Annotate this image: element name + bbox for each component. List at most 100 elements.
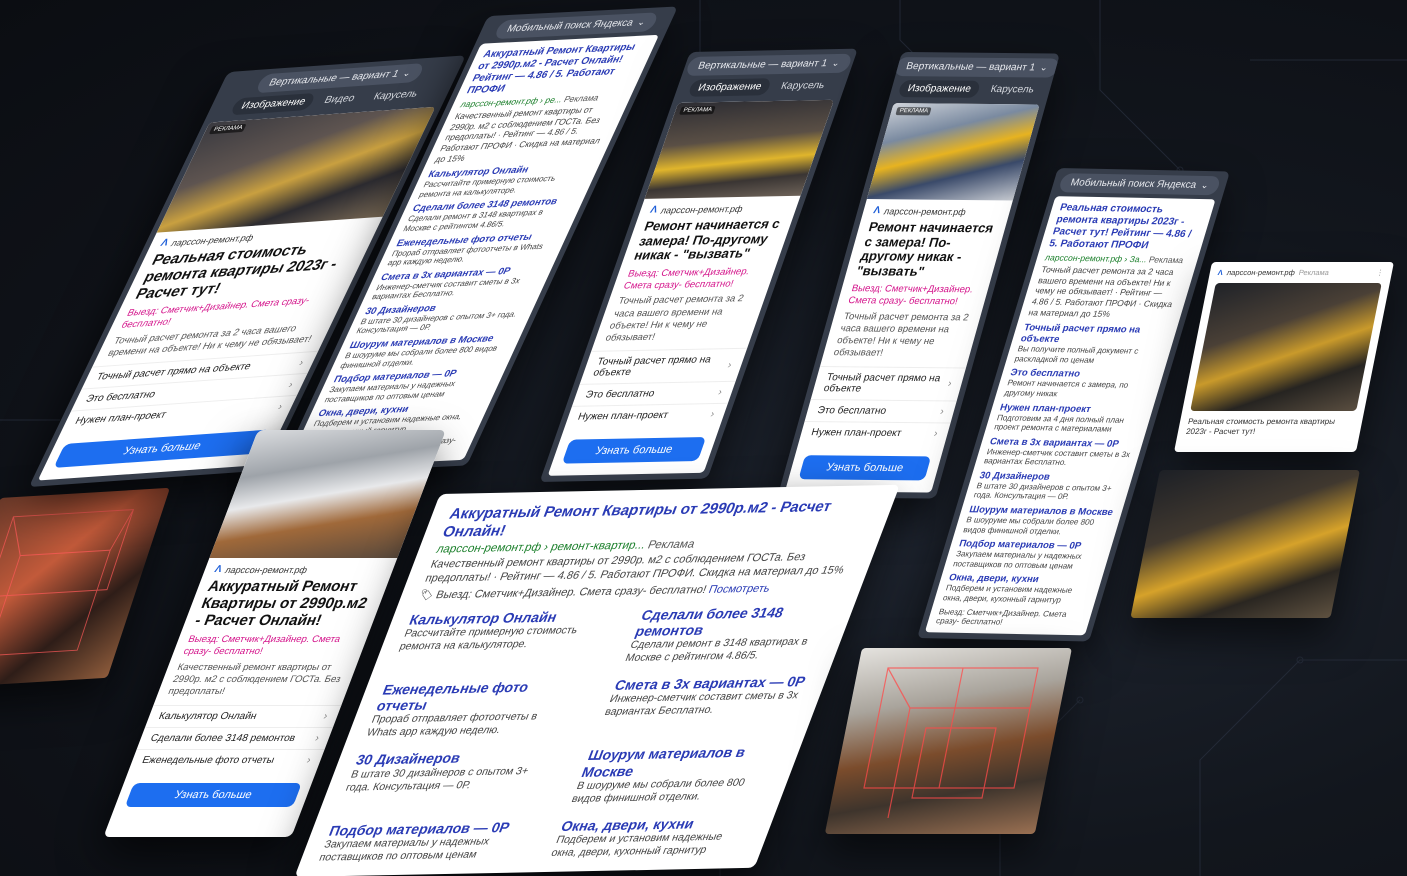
sitelink-description: Инженер-сметчик составит сметы в 3х вари… [982, 446, 1132, 468]
sitelink[interactable]: Точный расчет прямо на объекте Вы получит… [1013, 322, 1169, 366]
ad-title[interactable]: Ремонт начинается с замера! По-другому н… [843, 218, 1007, 285]
promo-text: Выезд: Сметчик+Дизайнер. Смета сразу- бе… [622, 265, 752, 292]
sitelink[interactable]: Калькулятор Онлайн Рассчитайте примерную … [417, 161, 593, 199]
sitelink[interactable]: Калькулятор Онлайн Рассчитайте примерную … [391, 607, 605, 669]
learn-more-button[interactable]: Узнать больше [53, 429, 271, 469]
sitelink[interactable]: Шоурум материалов в Москве В шоуруме мы с… [570, 744, 784, 806]
chevron-down-icon: ⌄ [1038, 61, 1050, 72]
image-ad-card: Λ ларссон-ремонт.рф Реклама ⋮ Реальная с… [1174, 262, 1394, 452]
chevron-right-icon: › [932, 427, 940, 439]
tag-icon: 🏷 [417, 588, 436, 602]
result-description: Качественный ремонт квартиры от 2990р. м… [433, 104, 603, 164]
sitelink-title: Сделали более 3148 ремонтов [633, 603, 787, 639]
interior-wireframe-photo [824, 648, 1072, 834]
sitelink[interactable]: Нужен план-проект Подготовим за 4 дня пол… [993, 402, 1146, 435]
sitelink[interactable]: Сделали более 3148 ремонтов Сделали ремон… [401, 196, 577, 234]
learn-more-button[interactable]: Узнать больше [798, 454, 932, 480]
sitelink-description: В штате 30 дизайнеров с опытом 3+ года. … [972, 481, 1113, 502]
sitelink-description: Рассчитайте примерную стоимость ремонта … [397, 623, 580, 653]
learn-more-button[interactable]: Узнать больше [124, 782, 303, 807]
sitelink[interactable]: Это бесплатно Ремонт начинается с замера,… [1003, 368, 1156, 401]
sitelink[interactable]: Подбор материалов — 0Р Закупаем материалы… [317, 819, 525, 865]
sitelink[interactable]: Шоурум материалов в Москве В шоуруме мы с… [962, 504, 1115, 537]
variant-selector[interactable]: Вертикальные — вариант 1⌄ [685, 53, 854, 76]
sitelink-description: Подготовим за 4 дня полный план проект р… [993, 412, 1126, 434]
sitelink[interactable]: Нужен план-проект › [564, 402, 729, 428]
tab-image[interactable]: Изображение [897, 80, 982, 98]
ad-label: Реклама [1297, 268, 1330, 277]
sitelink[interactable]: 30 Дизайнеров В штате 30 дизайнеров с опы… [354, 298, 530, 336]
sitelink[interactable]: Еженедельные фото отчеты Прораб отправляе… [364, 678, 578, 740]
search-selector[interactable]: Мобильный поиск Яндекса⌄ [1057, 172, 1222, 195]
sitelink[interactable]: Шоурум материалов в Москве В шоуруме мы с… [339, 332, 515, 370]
sitelink[interactable]: 30 Дизайнеров В штате 30 дизайнеров с опы… [972, 470, 1125, 503]
sitelink[interactable]: Смета в 3х вариантах — 0Р Инженер-сметчик… [370, 264, 546, 302]
chevron-right-icon: › [313, 732, 322, 744]
result-title[interactable]: Аккуратный Ремонт Квартиры от 2990р.м2 -… [464, 41, 648, 97]
ad-title[interactable]: Аккуратный Ремонт Квартиры от 2990р.м2 -… [180, 577, 390, 634]
ad-description: Точный расчет ремонта за 2 часа вашего в… [603, 293, 746, 344]
domain-text: ларссон-ремонт.рф [1226, 268, 1296, 277]
ad-description: Точный расчет ремонта за 2 часа вашего в… [832, 311, 971, 360]
view-more-link[interactable]: Посмотреть [707, 582, 772, 595]
chevron-right-icon: › [305, 754, 313, 766]
image-ad-caption[interactable]: Реальная стоимость ремонта квартиры 2023… [1176, 411, 1364, 443]
sitelink-description: В штате 30 дизайнеров с опытом 3+ года. … [344, 764, 531, 794]
sitelink[interactable]: Подбор материалов — 0Р Закупаем материалы… [952, 539, 1105, 572]
result-footer: Выезд: Сметчик+Дизайнер. Смета сразу- бе… [934, 606, 1069, 627]
sitelink-description: Подберем и установим надежные окна, двер… [941, 583, 1074, 605]
ad-title[interactable]: Ремонт начинается с замера! По-другому н… [620, 215, 794, 269]
tab-image[interactable]: Изображение [687, 78, 773, 97]
search-selector[interactable]: Мобильный поиск Яндекса⌄ [493, 11, 660, 39]
sitelink[interactable]: Окна, двери, кухни Подберем и установим н… [549, 814, 757, 860]
tab-video[interactable]: Видео [313, 89, 366, 109]
sitelink[interactable]: Калькулятор Онлайн › [145, 704, 342, 727]
sitelink-description: В шоуруме мы собрали более 800 видов фин… [570, 776, 747, 805]
yandex-logo-icon: Λ [872, 205, 882, 217]
sitelink[interactable]: Еженедельные фото отчеты Прораб отправляе… [386, 230, 562, 268]
sitelink[interactable]: Смета в 3х вариантах — 0Р Инженер-сметчик… [983, 436, 1136, 469]
chevron-right-icon: › [286, 379, 295, 392]
sitelink[interactable]: Подбор материалов — 0Р Закупаем материалы… [323, 366, 499, 404]
wireframe-overlay [863, 667, 1039, 818]
sitelink[interactable]: Смета в 3х вариантах — 0Р Инженер-сметчик… [596, 673, 810, 735]
sitelink-description: Вы получите полный документ с раскладкой… [1013, 344, 1140, 365]
kitchen-photo: РЕКЛАМА [644, 99, 835, 199]
sitelink[interactable]: Нужен план-проект › [798, 420, 951, 445]
promo-text: Выезд: Сметчик+Дизайнер. Смета сразу- бе… [846, 283, 975, 308]
yandex-logo-icon: Λ [648, 204, 660, 216]
result-description: Точный расчет ремонта за 2 часа вашего в… [1027, 264, 1176, 319]
sitelink[interactable]: Это бесплатно › [804, 398, 957, 423]
yandex-logo-icon: Λ [212, 564, 224, 575]
sitelink[interactable]: 30 Дизайнеров В штате 30 дизайнеров с опы… [338, 748, 552, 810]
sitelink[interactable]: Точный расчет прямо на объекте › [579, 347, 748, 384]
tab-carousel[interactable]: Карусель [770, 77, 835, 95]
more-options-icon[interactable]: ⋮ [1376, 268, 1385, 277]
promo-text: Выезд: Сметчик+Дизайнер. Смета сразу- бе… [181, 634, 342, 658]
sitelink[interactable]: Сделали более 3148 ремонтов › [136, 726, 334, 749]
sitelink[interactable]: Еженедельные фото отчеты › [128, 748, 325, 771]
chevron-right-icon: › [321, 710, 330, 722]
sitelink-description: Закупаем материалы у надежных поставщико… [317, 835, 492, 864]
chevron-down-icon: ⌄ [635, 16, 649, 27]
chevron-down-icon: ⌄ [1199, 179, 1211, 190]
interior-photo-right [1130, 470, 1360, 618]
variant-selector[interactable]: Вертикальные — вариант 1⌄ [893, 56, 1060, 78]
sitelink-description: Подберем и установим надежные окна, двер… [549, 830, 725, 860]
sitelink-title: Еженедельные фото отчеты [374, 678, 532, 714]
tab-carousel[interactable]: Карусель [980, 81, 1044, 99]
result-title[interactable]: Реальная стоимость ремонта квартиры 2023… [1047, 202, 1205, 253]
chevron-right-icon: › [938, 405, 946, 417]
tab-carousel[interactable]: Карусель [362, 85, 429, 106]
result-url: ларссон-ремонт.рф › За... Реклама [1043, 252, 1185, 266]
sitelink[interactable]: Точный расчет прямо на объекте › [810, 365, 967, 401]
result-title[interactable]: Аккуратный Ремонт Квартиры от 2990р.м2 -… [440, 497, 878, 541]
sitelink-title: Точный расчет прямо на объекте [1019, 322, 1142, 346]
sitelink[interactable]: Окна, двери, кухни Подберем и установим н… [942, 573, 1095, 606]
learn-more-button[interactable]: Узнать больше [561, 436, 707, 464]
sitelink-description: Ремонт начинается с замера, по другому н… [1003, 378, 1130, 399]
sitelink[interactable]: Сделали более 3148 ремонтов Сделали ремон… [623, 603, 837, 665]
chevron-down-icon: ⌄ [401, 67, 414, 78]
sitelink-title: Шоурум материалов в Москве [579, 744, 748, 780]
sitelink-description: Инженер-сметчик составит сметы в 3х вари… [602, 689, 801, 719]
